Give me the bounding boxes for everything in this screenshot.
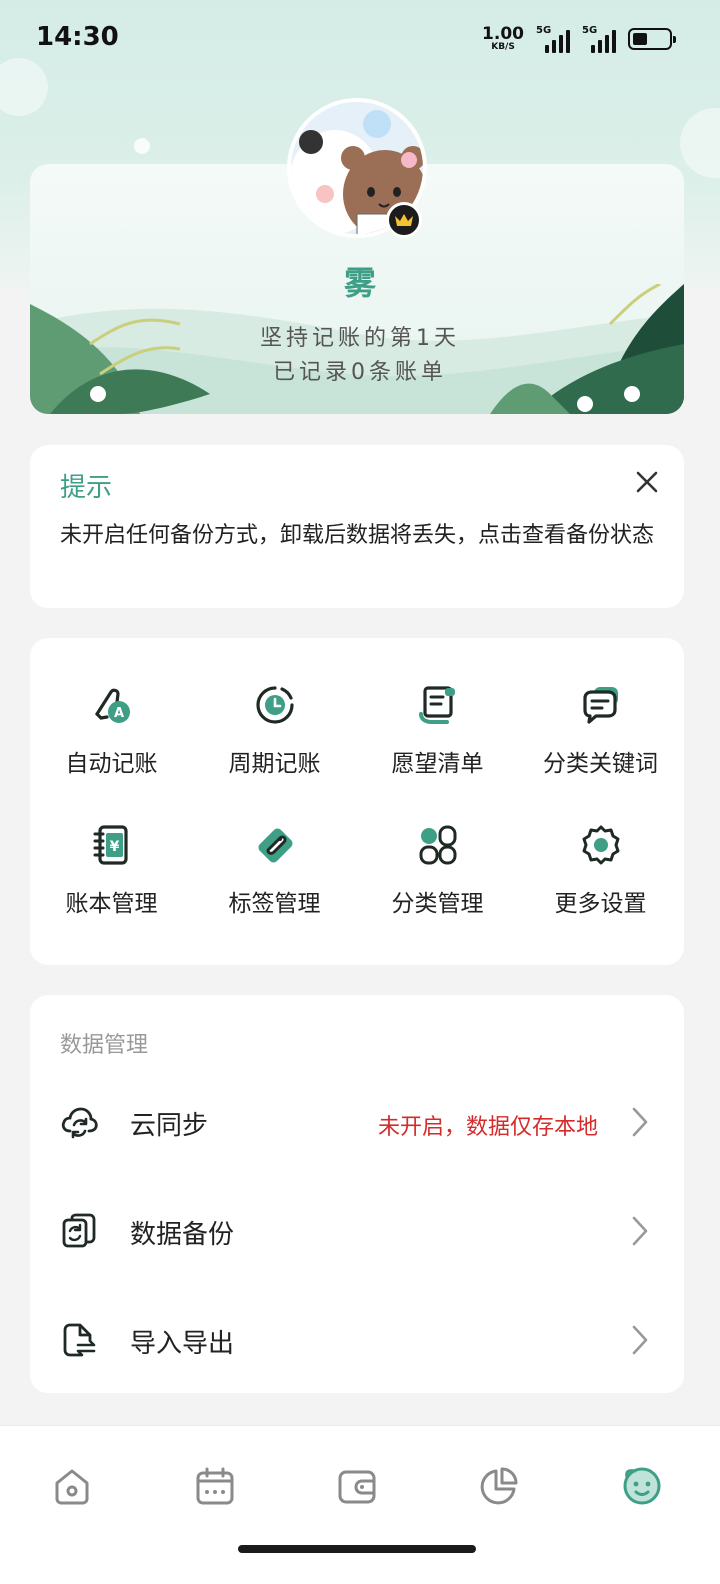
home-indicator[interactable]: [238, 1545, 476, 1553]
nav-home[interactable]: [42, 1456, 102, 1516]
wallet-icon: [338, 1470, 376, 1504]
svg-text:¥: ¥: [110, 839, 120, 855]
status-indicators: 1.00 KB/S 5G 5G: [482, 24, 676, 54]
vip-badge: [386, 202, 422, 238]
crown-icon: [395, 214, 413, 226]
tag-icon: [258, 828, 293, 863]
backup-icon: [62, 1213, 96, 1248]
auto-bookkeeping-icon: A: [95, 688, 130, 723]
feature-label: 账本管理: [65, 891, 158, 917]
status-time: 14:30: [36, 22, 119, 52]
decor-bubble: [134, 138, 150, 154]
import-export-label: 导入导出: [130, 1329, 235, 1359]
cloud-sync-row[interactable]: 云同步 未开启，数据仅存本地: [30, 1072, 684, 1172]
nav-statistics[interactable]: [469, 1456, 529, 1516]
data-management-header: 数据管理: [60, 1033, 149, 1058]
ledger-icon: ¥: [93, 825, 128, 865]
user-name: 雾: [343, 264, 376, 302]
chevron-right-icon: [632, 1216, 648, 1246]
nav-profile[interactable]: [612, 1456, 672, 1516]
feature-tags[interactable]: 标签管理: [193, 778, 356, 917]
feature-auto-bookkeeping[interactable]: A 自动记账: [30, 638, 193, 777]
cloud-sync-label: 云同步: [130, 1111, 209, 1141]
feature-label: 分类管理: [391, 891, 484, 917]
feature-label: 标签管理: [228, 891, 321, 917]
tip-title: 提示: [60, 473, 113, 503]
home-icon: [55, 1469, 89, 1505]
signal-icon: 5G: [582, 25, 616, 53]
feature-more-settings[interactable]: 更多设置: [519, 778, 682, 917]
tip-text: 未开启任何备份方式，卸载后数据将丢失，点击查看备份状态: [60, 523, 655, 548]
network-speed: 1.00 KB/S: [482, 26, 524, 52]
bottom-navigation: [0, 1425, 720, 1584]
features-grid: A 自动记账 周期记账 愿望清单 分类关键词 ¥ 账本管理 标签管理 分类管理 …: [30, 638, 684, 965]
decor-bubble: [680, 108, 720, 178]
data-management-card: 数据管理 云同步 未开启，数据仅存本地 数据备份 导入导出: [30, 995, 684, 1393]
import-export-icon: [63, 1323, 96, 1357]
data-backup-label: 数据备份: [130, 1220, 235, 1250]
feature-categories[interactable]: 分类管理: [356, 778, 519, 917]
tip-close-button[interactable]: [630, 465, 664, 499]
network-speed-unit: KB/S: [491, 42, 515, 52]
network-speed-value: 1.00: [482, 24, 524, 44]
chevron-right-icon: [632, 1107, 648, 1137]
periodic-bookkeeping-icon: [256, 686, 294, 724]
nav-calendar[interactable]: [185, 1456, 245, 1516]
feature-ledger[interactable]: ¥ 账本管理: [30, 778, 193, 917]
signal-icon: 5G: [536, 25, 570, 53]
nav-wallet[interactable]: [327, 1456, 387, 1516]
backup-tip-card[interactable]: 提示 未开启任何备份方式，卸载后数据将丢失，点击查看备份状态: [30, 445, 684, 608]
data-backup-row[interactable]: 数据备份: [30, 1181, 684, 1281]
pie-chart-icon: [480, 1467, 518, 1505]
settings-gear-icon: [582, 825, 620, 865]
feature-periodic-bookkeeping[interactable]: 周期记账: [193, 638, 356, 777]
feature-label: 更多设置: [554, 891, 647, 917]
close-icon: [636, 471, 658, 493]
calendar-icon: [196, 1467, 234, 1505]
category-icon: [419, 825, 457, 865]
chevron-right-icon: [632, 1325, 648, 1355]
bill-count-text: 已记录0条账单: [273, 360, 447, 385]
category-keyword-icon: [583, 687, 618, 724]
feature-label: 愿望清单: [391, 751, 484, 777]
wishlist-icon: [419, 686, 455, 724]
svg-text:A: A: [114, 706, 124, 721]
feature-label: 分类关键词: [543, 751, 658, 777]
cloud-sync-icon: [61, 1107, 98, 1139]
feature-wishlist[interactable]: 愿望清单: [356, 638, 519, 777]
status-bar: 14:30 1.00 KB/S 5G 5G: [0, 0, 720, 80]
feature-label: 周期记账: [228, 751, 321, 777]
profile-face-icon: [623, 1467, 661, 1505]
cloud-sync-status: 未开启，数据仅存本地: [377, 1115, 598, 1140]
feature-category-keyword[interactable]: 分类关键词: [519, 638, 682, 777]
feature-label: 自动记账: [65, 751, 158, 777]
import-export-row[interactable]: 导入导出: [30, 1290, 684, 1390]
battery-icon: [628, 28, 676, 50]
streak-text: 坚持记账的第1天: [260, 326, 460, 351]
